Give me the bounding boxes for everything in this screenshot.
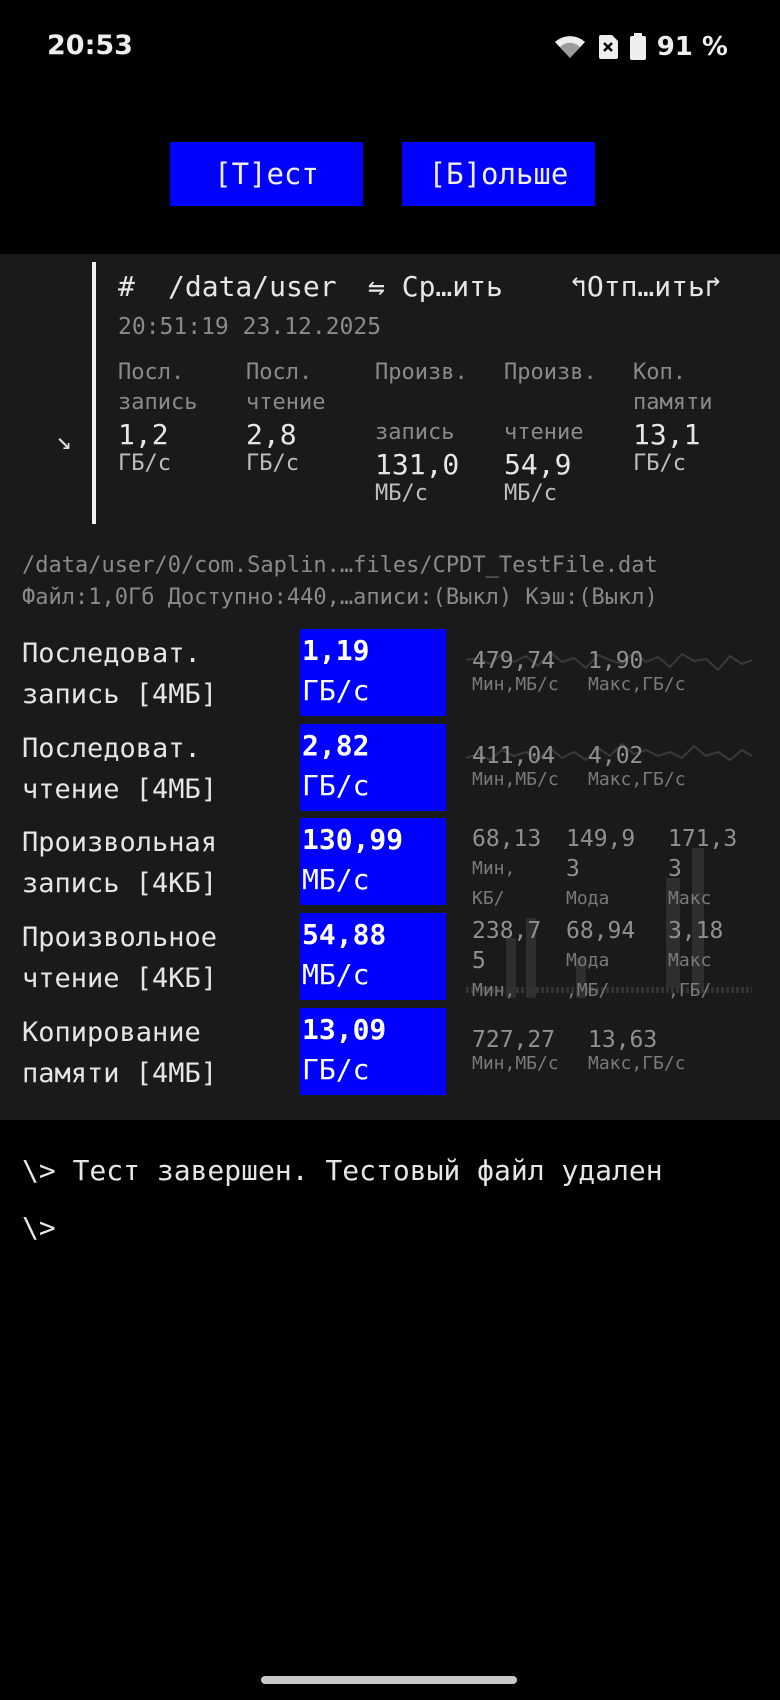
history-path: /data/user xyxy=(168,270,337,303)
col-unit: ГБ/с xyxy=(633,451,686,476)
stat-min: 238,7 5 Мин, xyxy=(472,916,541,1006)
stat-label: Мин,МБ/с xyxy=(472,769,559,790)
col-unit: МБ/с xyxy=(504,481,557,506)
col-value: 2,8 xyxy=(246,418,297,451)
stat-value: 411,04 xyxy=(472,743,556,769)
history-col-mem-copy: Коп. памяти 13,1 ГБ/с xyxy=(633,358,712,476)
stat-max: 3,18 Макс ,ГБ/ xyxy=(668,916,723,1006)
stat-label: Мода xyxy=(566,888,610,909)
stat-value: 171,3 3 xyxy=(668,826,738,882)
result-value-rand-write: 130,99 МБ/с xyxy=(300,818,446,905)
history-col-seq-read: Посл. чтение 2,8 ГБ/с xyxy=(246,358,325,476)
result-label-rand-write: Произвольная запись [4КБ] xyxy=(22,827,218,899)
sim-off-icon xyxy=(597,34,619,60)
stat-max: 171,3 3 Макс xyxy=(668,824,737,914)
col-label: Коп. памяти xyxy=(633,360,713,415)
result-unit: ГБ/с xyxy=(302,674,370,707)
compare-button[interactable]: ⇋ Ср…ить xyxy=(368,270,503,303)
history-date: 20:51:19 23.12.2025 xyxy=(118,314,382,340)
result-value: 1,19 xyxy=(302,634,370,667)
stat-value: 238,7 5 xyxy=(472,918,542,974)
stat-value: 149,9 3 xyxy=(566,826,636,882)
history-col-rand-write: Произв. запись 131,0 МБ/с xyxy=(375,358,468,506)
stat-value: 13,63 xyxy=(588,1027,658,1053)
stat-value: 727,27 xyxy=(472,1027,556,1053)
stat-label: Мин,МБ/с xyxy=(472,1053,559,1074)
stat-max: 1,90 Макс,ГБ/с xyxy=(588,648,686,695)
stat-label: Мин,МБ/с xyxy=(472,674,559,695)
col-value: 54,9 xyxy=(504,448,572,481)
battery-percent: 91 % xyxy=(656,32,728,62)
status-icons: 91 % xyxy=(553,32,728,62)
result-label-mem-copy: Копирование памяти [4МБ] xyxy=(22,1017,218,1089)
col-value: 1,2 xyxy=(118,418,169,451)
stat-label: Макс ,ГБ/ xyxy=(668,950,712,1001)
stat-min: 68,13 Мин, КБ/ xyxy=(472,824,541,914)
stat-mode: 68,94 Мода ,МБ/ xyxy=(566,916,635,1006)
col-value: 131,0 xyxy=(375,448,460,481)
col-label: Произв. запись xyxy=(375,360,468,445)
stat-label: Макс,ГБ/с xyxy=(588,1053,686,1074)
col-unit: ГБ/с xyxy=(246,451,299,476)
result-unit: ГБ/с xyxy=(302,1053,370,1086)
result-value-seq-write: 1,19 ГБ/с xyxy=(300,629,446,716)
test-file-info: Файл:1,0Гб Доступно:440,…аписи:(Выкл) Кэ… xyxy=(22,585,658,610)
col-unit: ГБ/с xyxy=(118,451,171,476)
result-value-rand-read: 54,88 МБ/с xyxy=(300,913,446,1000)
more-button[interactable]: [Б]ольше xyxy=(402,142,595,206)
result-label-rand-read: Произвольное чтение [4КБ] xyxy=(22,922,218,994)
stat-label: Мин, КБ/ xyxy=(472,858,516,909)
stat-label: Макс,ГБ/с xyxy=(588,674,686,695)
result-label-seq-read: Последоват. чтение [4МБ] xyxy=(22,733,218,805)
stat-mode: 149,9 3 Мода xyxy=(566,824,635,914)
status-time: 20:53 xyxy=(47,30,133,61)
stat-max: 13,63 Макс,ГБ/с xyxy=(588,1027,686,1074)
result-value: 13,09 xyxy=(302,1013,387,1046)
stat-max: 4,02 Макс,ГБ/с xyxy=(588,743,686,790)
stat-value: 68,94 xyxy=(566,918,636,944)
col-unit: МБ/с xyxy=(375,481,428,506)
test-file-path: /data/user/0/com.Saplin.…files/CPDT_Test… xyxy=(22,553,658,578)
stat-label: Макс,ГБ/с xyxy=(588,769,686,790)
wifi-icon xyxy=(553,34,587,60)
stat-label: Макс xyxy=(668,888,712,909)
result-unit: ГБ/с xyxy=(302,769,370,802)
test-button[interactable]: [Т]ест xyxy=(170,142,363,206)
col-value: 13,1 xyxy=(633,418,701,451)
history-col-seq-write: Посл. запись 1,2 ГБ/с xyxy=(118,358,197,476)
history-marker xyxy=(92,262,96,524)
col-label: Посл. чтение xyxy=(246,360,326,415)
stat-min: 411,04 Мин,МБ/с xyxy=(472,743,559,790)
stat-label: Мин, xyxy=(472,980,516,1001)
stat-value: 3,18 xyxy=(668,918,724,944)
result-unit: МБ/с xyxy=(302,863,370,896)
result-value: 130,99 xyxy=(302,823,404,856)
result-label-seq-write: Последоват. запись [4МБ] xyxy=(22,638,218,710)
col-label: Посл. запись xyxy=(118,360,198,415)
result-unit: МБ/с xyxy=(302,958,370,991)
stat-min: 727,27 Мин,МБ/с xyxy=(472,1027,559,1074)
result-value: 54,88 xyxy=(302,918,387,951)
stat-min: 479,74 Мин,МБ/с xyxy=(472,648,559,695)
result-value-seq-read: 2,82 ГБ/с xyxy=(300,724,446,811)
home-indicator[interactable] xyxy=(261,1676,517,1684)
send-button[interactable]: ↰Отп…ить↱ xyxy=(570,270,722,303)
col-label: Произв. чтение xyxy=(504,360,597,445)
stat-label: Мода ,МБ/ xyxy=(566,950,610,1001)
expand-arrow-icon[interactable]: ↘ xyxy=(56,426,72,456)
stat-value: 68,13 xyxy=(472,826,542,852)
console-line-status: \> Тест завершен. Тестовый файл удален xyxy=(22,1154,663,1187)
stat-value: 479,74 xyxy=(472,648,556,674)
result-value-mem-copy: 13,09 ГБ/с xyxy=(300,1008,446,1095)
console-prompt[interactable]: \> xyxy=(22,1211,56,1244)
battery-icon xyxy=(629,33,647,61)
history-col-rand-read: Произв. чтение 54,9 МБ/с xyxy=(504,358,597,506)
stat-value: 4,02 xyxy=(588,743,644,769)
history-hash: # xyxy=(118,270,135,303)
result-value: 2,82 xyxy=(302,729,370,762)
stat-value: 1,90 xyxy=(588,648,644,674)
